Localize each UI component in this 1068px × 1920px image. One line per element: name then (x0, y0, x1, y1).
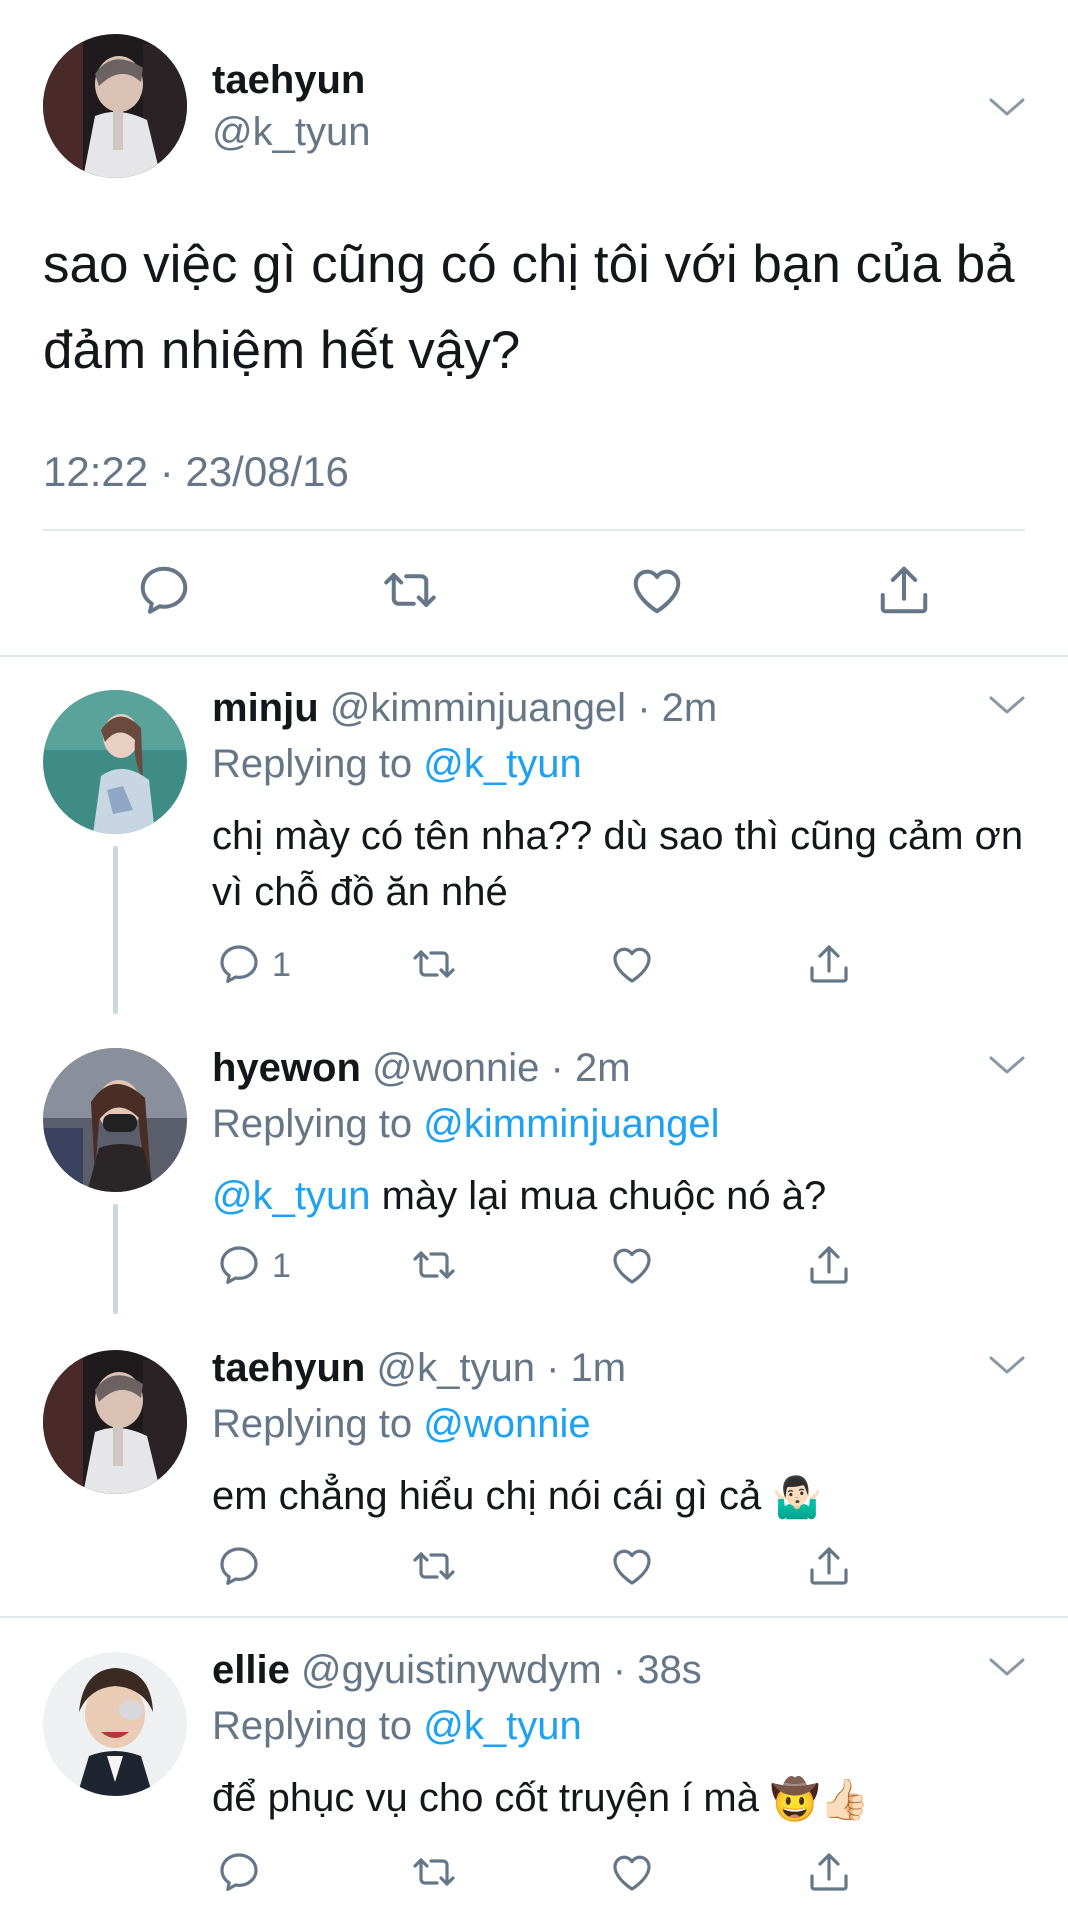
retweet-icon[interactable] (410, 1848, 458, 1896)
reply-header: hyewon @wonnie · 2m (212, 1046, 631, 1091)
replying-to: Replying to @wonnie (212, 1402, 591, 1447)
heart-icon[interactable] (608, 1542, 656, 1590)
heart-icon[interactable] (627, 560, 687, 620)
chevron-down-icon[interactable] (987, 1652, 1027, 1682)
replying-mention[interactable]: @k_tyun (423, 1704, 581, 1748)
reply-text-body: mày lại mua chuộc nó à? (381, 1174, 827, 1218)
retweet-icon[interactable] (380, 560, 440, 620)
author-name[interactable]: hyewon (212, 1046, 361, 1090)
heart-icon[interactable] (608, 1241, 656, 1289)
avatar[interactable] (43, 34, 187, 178)
reply-text: em chẳng hiểu chị nói cái gì cả 🤷🏻‍♂️ (212, 1468, 1042, 1526)
reply-text-body: em chẳng hiểu chị nói cái gì cả (212, 1474, 762, 1518)
chevron-down-icon[interactable] (987, 1050, 1027, 1080)
replying-label: Replying to (212, 1102, 413, 1146)
reply-tweet[interactable]: hyewon @wonnie · 2m Replying to @kimminj… (0, 1016, 1068, 1316)
author-handle[interactable]: @kimminjuangel (330, 686, 626, 730)
reply-time: · 2m (550, 1046, 631, 1090)
reply-tweet[interactable]: taehyun @k_tyun · 1m Replying to @wonnie… (0, 1316, 1068, 1616)
share-icon[interactable] (805, 1241, 853, 1289)
replying-mention[interactable]: @wonnie (423, 1402, 590, 1446)
reply-text: để phục vụ cho cốt truyện í mà 🤠👍🏻 (212, 1770, 1042, 1828)
reply-tweet[interactable]: ellie @gyuistinywdym · 38s Replying to @… (0, 1618, 1068, 1920)
author-name[interactable]: minju (212, 686, 319, 730)
replying-mention[interactable]: @k_tyun (423, 742, 581, 786)
reply-time: · 1m (546, 1346, 627, 1390)
reply-count: 1 (272, 946, 291, 984)
replying-to: Replying to @k_tyun (212, 742, 582, 787)
reply-icon[interactable] (134, 560, 194, 620)
replying-to: Replying to @k_tyun (212, 1704, 582, 1749)
divider (43, 529, 1025, 531)
chevron-down-icon[interactable] (987, 1350, 1027, 1380)
reply-header: ellie @gyuistinywdym · 38s (212, 1648, 702, 1693)
tweet-text: sao việc gì cũng có chị tôi với bạn của … (43, 235, 1015, 380)
replying-label: Replying to (212, 1402, 413, 1446)
tweet-timestamp[interactable]: 12:22 · 23/08/16 (43, 448, 349, 496)
heart-icon[interactable] (608, 1848, 656, 1896)
author-name[interactable]: ellie (212, 1648, 290, 1692)
cowboy-thumbs-emoji: 🤠👍🏻 (770, 1778, 870, 1823)
chevron-down-icon[interactable] (987, 92, 1027, 122)
author-handle[interactable]: @k_tyun (212, 110, 370, 155)
reply-text: @k_tyun mày lại mua chuộc nó à? (212, 1168, 1042, 1224)
reply-text: chị mày có tên nha?? dù sao thì cũng cảm… (212, 814, 1024, 914)
retweet-icon[interactable] (410, 1241, 458, 1289)
reply-icon[interactable] (215, 1542, 263, 1590)
retweet-icon[interactable] (410, 940, 458, 988)
author-handle[interactable]: @wonnie (372, 1046, 539, 1090)
share-icon[interactable] (874, 560, 934, 620)
author-handle[interactable]: @gyuistinywdym (301, 1648, 602, 1692)
reply-icon[interactable] (215, 1848, 263, 1896)
replying-label: Replying to (212, 742, 413, 786)
reply-text-body: để phục vụ cho cốt truyện í mà (212, 1776, 759, 1820)
main-tweet: taehyun @k_tyun sao việc gì cũng có chị … (0, 0, 1068, 656)
author-handle[interactable]: @k_tyun (376, 1346, 534, 1390)
retweet-icon[interactable] (410, 1542, 458, 1590)
heart-icon[interactable] (608, 940, 656, 988)
text-mention[interactable]: @k_tyun (212, 1174, 370, 1218)
author-name[interactable]: taehyun (212, 1346, 365, 1390)
reply-icon[interactable] (215, 940, 263, 988)
avatar[interactable] (43, 1350, 187, 1494)
reply-header: minju @kimminjuangel · 2m (212, 686, 717, 731)
share-icon[interactable] (805, 940, 853, 988)
reply-icon[interactable] (215, 1241, 263, 1289)
reply-tweet[interactable]: minju @kimminjuangel · 2m Replying to @k… (0, 656, 1068, 1016)
avatar[interactable] (43, 1048, 187, 1192)
avatar[interactable] (43, 690, 187, 834)
replying-to: Replying to @kimminjuangel (212, 1102, 720, 1147)
share-icon[interactable] (805, 1542, 853, 1590)
reply-time: · 2m (637, 686, 718, 730)
avatar[interactable] (43, 1652, 187, 1796)
shrug-emoji: 🤷🏻‍♂️ (772, 1476, 823, 1521)
author-name[interactable]: taehyun (212, 58, 365, 103)
thread-line (113, 846, 118, 1014)
reply-header: taehyun @k_tyun · 1m (212, 1346, 626, 1391)
share-icon[interactable] (805, 1848, 853, 1896)
thread-line (113, 1204, 118, 1314)
reply-time: · 38s (612, 1648, 702, 1692)
replying-label: Replying to (212, 1704, 413, 1748)
replying-mention[interactable]: @kimminjuangel (423, 1102, 719, 1146)
chevron-down-icon[interactable] (987, 690, 1027, 720)
reply-count: 1 (272, 1247, 291, 1285)
